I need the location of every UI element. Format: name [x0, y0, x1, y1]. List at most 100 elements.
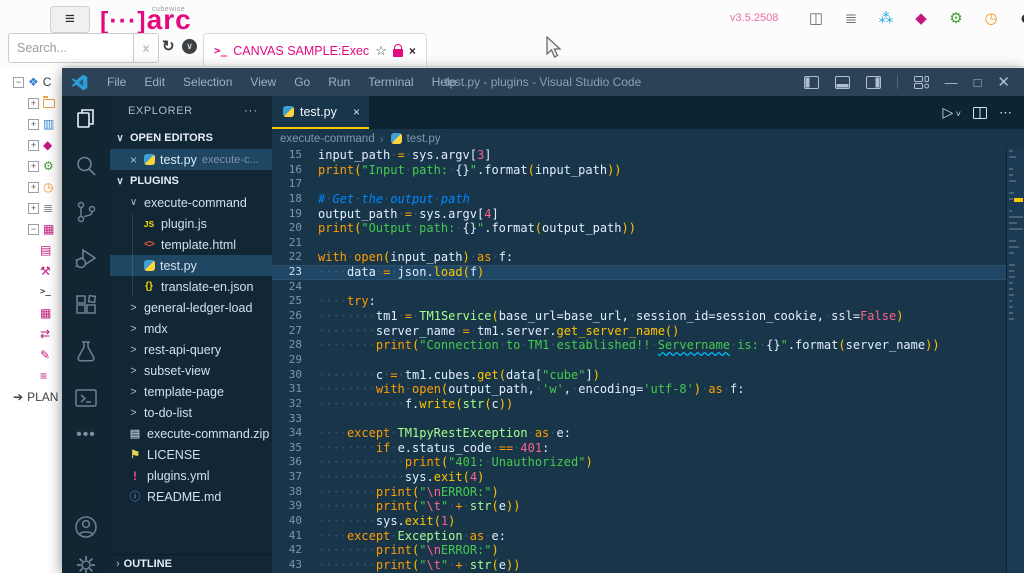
- unlock-icon[interactable]: [393, 49, 403, 57]
- tree-item-plan[interactable]: ➔PLAN: [13, 387, 58, 407]
- expand-box-icon[interactable]: +: [28, 182, 39, 193]
- plugins-section-header[interactable]: ∨ PLUGINS: [110, 170, 272, 192]
- tree-item-clock[interactable]: +◷: [28, 177, 53, 197]
- run-debug-icon[interactable]: [73, 246, 99, 272]
- code-line-21[interactable]: 21: [272, 236, 1024, 251]
- cube-icon[interactable]: ◆: [910, 8, 932, 30]
- code-line-17[interactable]: 17: [272, 177, 1024, 192]
- file-item-template-html[interactable]: <>template.html: [110, 234, 272, 255]
- file-item-general-ledger-load[interactable]: >general-ledger-load: [110, 297, 272, 318]
- expand-box-icon[interactable]: +: [28, 203, 39, 214]
- collapse-box-icon[interactable]: −: [13, 77, 24, 88]
- code-line-23[interactable]: 23····data·=·json.load(f): [272, 265, 1024, 280]
- file-item-template-page[interactable]: >template-page: [110, 381, 272, 402]
- file-item-subset-view[interactable]: >subset-view: [110, 360, 272, 381]
- tree-item-folder[interactable]: +: [28, 93, 55, 113]
- hamburger-menu-button[interactable]: ≡: [50, 6, 90, 33]
- testing-beaker-icon[interactable]: [73, 339, 99, 365]
- file-item-license[interactable]: ⚑LICENSE: [110, 444, 272, 465]
- code-line-36[interactable]: 36············print("401:·Unauthorized"): [272, 455, 1024, 470]
- source-control-icon[interactable]: [73, 199, 99, 225]
- more-views-icon[interactable]: •••: [73, 426, 99, 444]
- code-line-35[interactable]: 35········if·e.status_code·==·401:: [272, 441, 1024, 456]
- menu-run[interactable]: Run: [319, 68, 359, 96]
- code-line-40[interactable]: 40········sys.exit(1): [272, 514, 1024, 529]
- code-line-26[interactable]: 26········tm1·=·TM1Service(base_url=base…: [272, 309, 1024, 324]
- search-icon[interactable]: [73, 153, 99, 179]
- file-item-mdx[interactable]: >mdx: [110, 318, 272, 339]
- menu-edit[interactable]: Edit: [135, 68, 174, 96]
- star-icon[interactable]: ☆: [375, 43, 387, 59]
- file-item-to-do-list[interactable]: >to-do-list: [110, 402, 272, 423]
- code-line-25[interactable]: 25····try:: [272, 294, 1024, 309]
- code-line-29[interactable]: 29: [272, 353, 1024, 368]
- run-python-file-icon[interactable]: ▷ ˅: [942, 104, 961, 121]
- chevron-down-icon[interactable]: ∨: [182, 39, 197, 54]
- code-line-20[interactable]: 20print("Output·path:·{}".format(output_…: [272, 221, 1024, 236]
- code-line-16[interactable]: 16print("Input·path:·{}".format(input_pa…: [272, 163, 1024, 178]
- tree-item-table[interactable]: ▦: [40, 303, 51, 323]
- toggle-panel-icon[interactable]: [835, 76, 850, 89]
- tree-item-term[interactable]: >_: [40, 282, 51, 302]
- code-line-43[interactable]: 43········print("\t"·+·str(e)): [272, 558, 1024, 573]
- menu-selection[interactable]: Selection: [174, 68, 241, 96]
- code-editor[interactable]: 15input_path·=·sys.argv[3]16print("Input…: [272, 148, 1024, 573]
- code-line-37[interactable]: 37············sys.exit(4): [272, 470, 1024, 485]
- code-line-41[interactable]: 41····except·Exception·as·e:: [272, 529, 1024, 544]
- close-tab-icon[interactable]: ×: [353, 105, 360, 119]
- code-line-24[interactable]: 24: [272, 280, 1024, 295]
- explorer-more-actions[interactable]: ···: [244, 96, 272, 127]
- code-line-32[interactable]: 32············f.write(str(c)): [272, 397, 1024, 412]
- minimap[interactable]: [1006, 148, 1024, 573]
- expand-box-icon[interactable]: +: [28, 119, 39, 130]
- file-item-translate-en-json[interactable]: {}translate-en.json: [110, 276, 272, 297]
- code-line-39[interactable]: 39········print("\t"·+·str(e)): [272, 499, 1024, 514]
- maximize-icon[interactable]: □: [974, 75, 982, 90]
- file-item-test-py[interactable]: test.py: [110, 255, 272, 276]
- tree-item-wrench[interactable]: ⚒: [40, 261, 51, 281]
- settings-gear-icon[interactable]: [73, 552, 99, 573]
- search-clear-button[interactable]: x: [133, 33, 159, 63]
- tree-item-cube[interactable]: +◆: [28, 135, 52, 155]
- cogs-icon[interactable]: ⚙: [945, 8, 967, 30]
- tab-close-icon[interactable]: ×: [409, 44, 416, 58]
- menu-go[interactable]: Go: [285, 68, 319, 96]
- code-line-42[interactable]: 42········print("\nERROR:"): [272, 543, 1024, 558]
- code-line-19[interactable]: 19output_path·=·sys.argv[4]: [272, 207, 1024, 222]
- code-line-34[interactable]: 34····except·TM1pyRestException·as·e:: [272, 426, 1024, 441]
- tree-item-pen[interactable]: ✎: [40, 345, 50, 365]
- file-item-plugin-js[interactable]: JSplugin.js: [110, 213, 272, 234]
- code-line-30[interactable]: 30········c·=·tm1.cubes.get(data["cube"]…: [272, 368, 1024, 383]
- code-line-31[interactable]: 31········with·open(output_path,·'w',·en…: [272, 382, 1024, 397]
- user-badge-icon[interactable]: ◫: [805, 8, 827, 30]
- tree-item-chart[interactable]: +▥: [28, 114, 54, 134]
- code-line-33[interactable]: 33: [272, 412, 1024, 427]
- breadcrumbs[interactable]: execute-command › test.py: [272, 129, 1024, 148]
- search-input[interactable]: [8, 33, 134, 63]
- clock-icon[interactable]: ◷: [980, 8, 1002, 30]
- split-editor-icon[interactable]: [973, 107, 987, 119]
- expand-box-icon[interactable]: +: [28, 161, 39, 172]
- file-item-execute-command[interactable]: ∨execute-command: [110, 192, 272, 213]
- file-item-rest-api-query[interactable]: >rest-api-query: [110, 339, 272, 360]
- file-item-plugins-yml[interactable]: !plugins.yml: [110, 465, 272, 486]
- sitemap-icon[interactable]: ⁂: [875, 8, 897, 30]
- editor-tab-testpy[interactable]: test.py ×: [272, 96, 369, 129]
- refresh-icon[interactable]: ↻: [162, 37, 175, 55]
- close-window-icon[interactable]: ✕: [997, 73, 1010, 91]
- menu-view[interactable]: View: [241, 68, 285, 96]
- menu-file[interactable]: File: [98, 68, 135, 96]
- code-line-38[interactable]: 38········print("\nERROR:"): [272, 485, 1024, 500]
- explorer-icon[interactable]: [73, 106, 99, 132]
- code-line-18[interactable]: 18#·Get·the·output·path: [272, 192, 1024, 207]
- file-item-execute-command-zip[interactable]: ▤execute-command.zip: [110, 423, 272, 444]
- menu-terminal[interactable]: Terminal: [359, 68, 422, 96]
- expand-box-icon[interactable]: +: [28, 140, 39, 151]
- open-editor-item-testpy[interactable]: × test.py execute-c...: [110, 149, 272, 170]
- code-line-15[interactable]: 15input_path·=·sys.argv[3]: [272, 148, 1024, 163]
- code-line-27[interactable]: 27········server_name·=·tm1.server.get_s…: [272, 324, 1024, 339]
- code-line-28[interactable]: 28········print("Connection·to·TM1·estab…: [272, 338, 1024, 353]
- extensions-icon[interactable]: [73, 293, 99, 319]
- outline-section-header[interactable]: › OUTLINE: [110, 554, 272, 573]
- minimize-icon[interactable]: —: [945, 75, 958, 90]
